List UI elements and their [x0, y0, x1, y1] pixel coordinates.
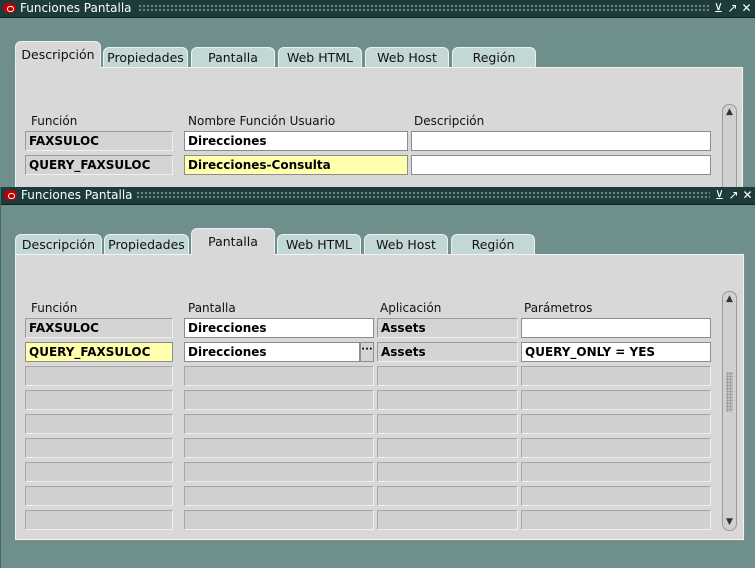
scroll-up-icon[interactable]: ▲ [724, 294, 735, 305]
empty-cell[interactable] [184, 510, 374, 530]
front-scrollbar[interactable]: ▲ ▼ [722, 291, 737, 531]
tab-pantalla[interactable]: Pantalla [191, 47, 275, 67]
empty-cell[interactable] [25, 486, 173, 506]
descripcion-cell[interactable] [411, 155, 711, 175]
tab-propiedades[interactable]: Propiedades [104, 234, 189, 254]
empty-cell[interactable] [521, 390, 711, 410]
header-aplicacion: Aplicación [380, 301, 442, 315]
nombre-cell[interactable]: Direcciones [184, 131, 408, 151]
tab-descripcion[interactable]: Descripción [15, 41, 101, 68]
oracle-logo-icon [4, 190, 17, 200]
back-window-titlebar[interactable]: Funciones Pantalla ⊻ ↗ ✕ [0, 0, 755, 18]
tab-region[interactable]: Región [452, 47, 536, 67]
tab-pantalla[interactable]: Pantalla [191, 228, 275, 255]
nombre-cell[interactable]: Direcciones-Consulta [184, 155, 408, 175]
pantalla-cell[interactable]: Direcciones [184, 342, 360, 362]
empty-cell[interactable] [184, 462, 374, 482]
empty-cell[interactable] [521, 486, 711, 506]
empty-cell[interactable] [521, 462, 711, 482]
scroll-grip[interactable] [726, 372, 733, 412]
tab-descripcion[interactable]: Descripción [15, 234, 102, 254]
empty-cell[interactable] [521, 366, 711, 386]
tab-web-host[interactable]: Web Host [364, 234, 448, 254]
empty-cell[interactable] [377, 366, 518, 386]
minimize-icon[interactable]: ⊻ [713, 188, 726, 202]
header-funcion: Función [31, 114, 78, 128]
descripcion-cell[interactable] [411, 131, 711, 151]
empty-cell[interactable] [377, 414, 518, 434]
empty-cell[interactable] [25, 390, 173, 410]
empty-cell[interactable] [184, 390, 374, 410]
list-of-values-button[interactable]: ··· [360, 342, 374, 362]
back-scrollbar[interactable]: ▲ [722, 104, 737, 196]
header-funcion: Función [31, 301, 78, 315]
empty-cell[interactable] [377, 438, 518, 458]
empty-cell[interactable] [521, 414, 711, 434]
empty-cell[interactable] [184, 414, 374, 434]
window-title: Funciones Pantalla [20, 1, 132, 15]
empty-cell[interactable] [25, 414, 173, 434]
tab-web-html[interactable]: Web HTML [278, 47, 362, 67]
aplicacion-cell[interactable]: Assets [377, 318, 518, 338]
close-icon[interactable]: ✕ [741, 188, 754, 202]
maximize-icon[interactable]: ↗ [727, 188, 740, 202]
empty-cell[interactable] [25, 438, 173, 458]
titlebar-pattern [138, 4, 709, 13]
aplicacion-cell[interactable]: Assets [377, 342, 518, 362]
funcion-cell[interactable]: FAXSULOC [25, 318, 173, 338]
header-pantalla: Pantalla [188, 301, 236, 315]
empty-cell[interactable] [377, 462, 518, 482]
funcion-cell[interactable]: QUERY_FAXSULOC [25, 155, 173, 175]
tab-propiedades[interactable]: Propiedades [103, 47, 188, 67]
header-nombre-funcion-usuario: Nombre Función Usuario [188, 114, 336, 128]
maximize-icon[interactable]: ↗ [726, 1, 739, 15]
empty-cell[interactable] [25, 366, 173, 386]
empty-cell[interactable] [377, 390, 518, 410]
empty-cell[interactable] [521, 438, 711, 458]
parametros-cell[interactable] [521, 318, 711, 338]
empty-cell[interactable] [377, 510, 518, 530]
scroll-down-icon[interactable]: ▼ [724, 517, 735, 528]
empty-cell[interactable] [25, 462, 173, 482]
parametros-cell[interactable]: QUERY_ONLY = YES [521, 342, 711, 362]
back-window: Funciones Pantalla ⊻ ↗ ✕ Descripción Pro… [0, 0, 755, 199]
window-title: Funciones Pantalla [21, 188, 133, 202]
titlebar-pattern [136, 191, 710, 200]
close-icon[interactable]: ✕ [740, 1, 753, 15]
empty-cell[interactable] [521, 510, 711, 530]
empty-cell[interactable] [184, 438, 374, 458]
front-tab-panel: Función Pantalla Aplicación Parámetros F… [15, 254, 744, 540]
empty-cell[interactable] [184, 486, 374, 506]
pantalla-cell[interactable]: Direcciones [184, 318, 374, 338]
empty-cell[interactable] [377, 486, 518, 506]
empty-cell[interactable] [184, 366, 374, 386]
tab-region[interactable]: Región [451, 234, 535, 254]
empty-cell[interactable] [25, 510, 173, 530]
header-parametros: Parámetros [524, 301, 593, 315]
back-tab-panel: Función Nombre Función Usuario Descripci… [15, 67, 743, 199]
header-descripcion: Descripción [414, 114, 485, 128]
scroll-up-icon[interactable]: ▲ [724, 107, 735, 118]
funcion-cell[interactable]: QUERY_FAXSULOC [25, 342, 173, 362]
funcion-cell[interactable]: FAXSULOC [25, 131, 173, 151]
oracle-logo-icon [3, 3, 16, 13]
tab-web-html[interactable]: Web HTML [277, 234, 361, 254]
tab-web-host[interactable]: Web Host [365, 47, 449, 67]
front-window: Funciones Pantalla ⊻ ↗ ✕ Descripción Pro… [0, 187, 755, 568]
front-window-titlebar[interactable]: Funciones Pantalla ⊻ ↗ ✕ [1, 187, 755, 205]
minimize-icon[interactable]: ⊻ [712, 1, 725, 15]
